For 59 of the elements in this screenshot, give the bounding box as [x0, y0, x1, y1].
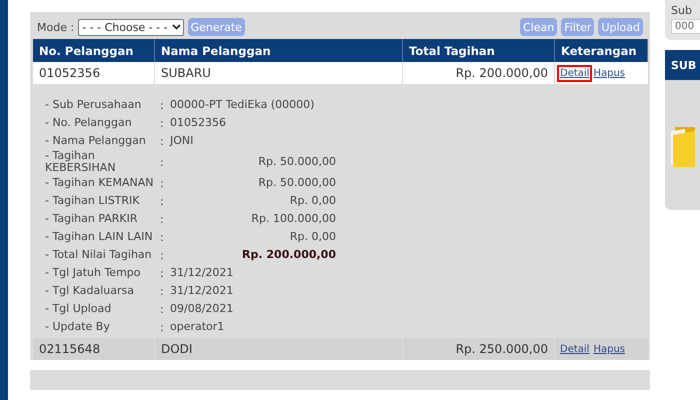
detail-label: - Tgl Jatuh Tempo — [45, 265, 142, 281]
column-header: No. Pelanggan — [33, 39, 155, 62]
detail-label: - Update By — [45, 319, 111, 335]
column-header: Keterangan — [555, 39, 648, 62]
colon-separator: : — [160, 302, 165, 318]
colon-separator: : — [160, 176, 165, 192]
detail-value: Rp. 50.000,00 — [257, 154, 336, 170]
action-link[interactable]: Hapus — [592, 342, 626, 356]
panel-header: SUB — [665, 50, 700, 80]
action-link[interactable]: Hapus — [592, 66, 626, 80]
detail-label: - Tgl Kadaluarsa — [45, 283, 135, 299]
table-cell: Rp. 200.000,00 — [403, 62, 555, 84]
detail-value: Rp. 100.000,00 — [250, 211, 336, 227]
caret-icon — [172, 24, 181, 30]
table-cell: 02115648 — [33, 338, 155, 360]
detail-label: - Tagihan LAIN LAIN — [45, 229, 154, 245]
input-field[interactable]: 000 — [671, 19, 700, 34]
detail-label: - Sub Perusahaan — [45, 97, 142, 113]
colon-separator: : — [160, 116, 165, 132]
colon-separator: : — [160, 212, 165, 228]
table-cell: 01052356 — [33, 62, 155, 84]
colon-separator: : — [160, 134, 165, 150]
colon-separator: : — [160, 320, 165, 336]
detail-value: 00000-PT TediEka (00000) — [170, 97, 316, 113]
colon-separator: : — [160, 266, 165, 282]
action-link[interactable]: Detail — [559, 342, 590, 356]
table-cell: Rp. 250.000,00 — [403, 338, 555, 360]
action-link[interactable]: Detail — [559, 66, 590, 80]
detail-label: - No. Pelanggan — [45, 115, 133, 131]
detail-value: Rp. 0,00 — [288, 229, 336, 245]
table-cell: DODI — [155, 338, 403, 360]
detail-value: 09/08/2021 — [170, 301, 234, 317]
column-header: Total Tagihan — [403, 39, 555, 62]
colon-separator: : — [160, 248, 165, 264]
detail-value: Rp. 200.000,00 — [241, 247, 336, 263]
detail-value: Rp. 0,00 — [288, 193, 336, 209]
detail-value: 31/12/2021 — [170, 265, 234, 281]
mode-select[interactable]: - - - Choose - - - — [78, 18, 184, 36]
detail-value: 01052356 — [170, 115, 227, 131]
colon-separator: : — [160, 98, 165, 114]
colon-separator: : — [160, 230, 165, 246]
colon-separator: : — [160, 284, 165, 300]
detail-value: JONI — [170, 133, 194, 149]
colon-separator: : — [160, 154, 165, 170]
detail-label: - Tagihan KEMANAN — [45, 175, 154, 191]
detail-label: - Tagihan PARKIR — [45, 211, 139, 227]
colon-separator: : — [160, 194, 165, 210]
detail-value: Rp. 50.000,00 — [257, 175, 336, 191]
detail-label: - Tgl Upload — [45, 301, 112, 317]
detail-label: - Tagihan LISTRIK — [45, 193, 140, 209]
detail-label: - Nama Pelanggan — [45, 133, 147, 149]
field-label: Sub — [671, 4, 693, 17]
table-cell: SUBARU — [155, 62, 403, 84]
mode-label: Mode : — [37, 20, 74, 34]
column-header: Nama Pelanggan — [155, 39, 403, 62]
detail-label: - Total Nilai Tagihan — [45, 247, 153, 263]
detail-value: operator1 — [170, 319, 226, 335]
detail-label: - Tagihan KEBERSIHAN — [45, 150, 117, 174]
detail-value: 31/12/2021 — [170, 283, 234, 299]
